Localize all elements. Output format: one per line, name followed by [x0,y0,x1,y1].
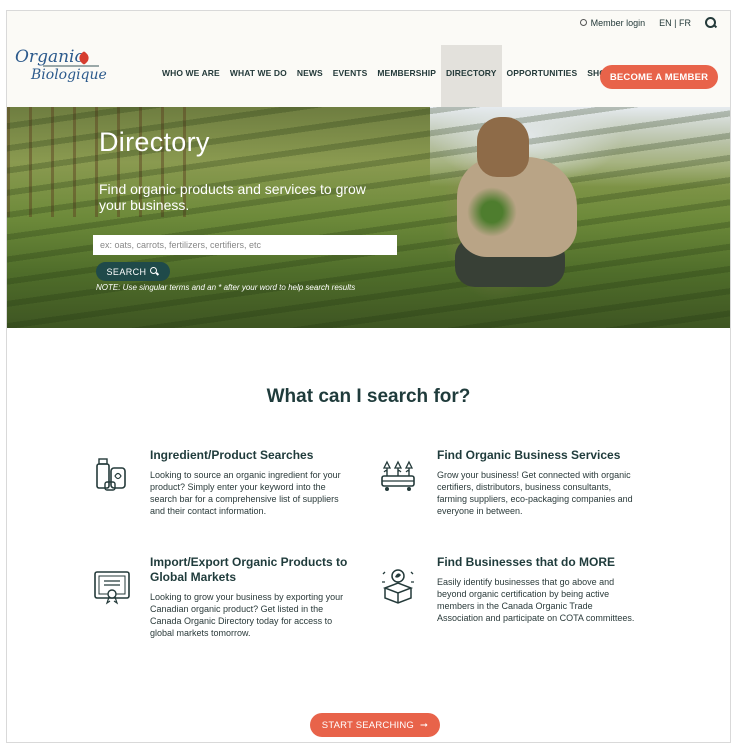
eco-box-icon [382,569,414,604]
feature-text: Grow your business! Get connected with o… [437,470,633,516]
feature-text: Looking to grow your business by exporti… [150,592,344,638]
feature-ingredient-search: Ingredient/Product Searches Looking to s… [150,448,350,517]
page-frame: Member login EN | FR Organic Biologique … [6,10,731,743]
feature-text: Looking to source an organic ingredient … [150,470,341,516]
top-utility-bar: Member login EN | FR [579,17,716,28]
feature-title: Find Businesses that do MORE [437,555,616,569]
start-searching-button[interactable]: START SEARCHING ➞ [310,713,440,737]
language-switcher[interactable]: EN | FR [659,18,691,28]
nav-item-news[interactable]: NEWS [292,45,328,107]
nav-item-who-we-are[interactable]: WHO WE ARE [157,45,225,107]
nav-item-what-we-do[interactable]: WHAT WE DO [225,45,292,107]
feature-text: Easily identify businesses that go above… [437,577,635,623]
feature-title: Ingredient/Product Searches [150,448,314,462]
certificate-icon [94,571,130,605]
arrow-right-icon: ➞ [420,719,429,731]
member-login-link[interactable]: Member login [579,17,646,28]
feature-businesses-do-more: Find Businesses that do MORE Easily iden… [437,555,637,624]
hero-banner: Directory Find organic products and serv… [7,107,730,328]
search-button[interactable]: SEARCH [96,262,170,281]
nav-item-events[interactable]: EVENTS [328,45,373,107]
member-login-label: Member login [590,17,646,28]
directory-search-input[interactable]: ex: oats, carrots, fertilizers, certifie… [93,235,397,255]
feature-business-services: Find Organic Business Services Grow your… [437,448,637,517]
nav-item-directory[interactable]: DIRECTORY [441,45,502,107]
photo-head [477,117,529,177]
hero-farmer-photo [427,117,597,317]
nav-item-membership[interactable]: MEMBERSHIP [372,45,441,107]
feature-title: Find Organic Business Services [437,448,621,462]
logo-text-biologique: Biologique [31,67,107,83]
search-note: NOTE: Use singular terms and an * after … [96,283,356,292]
site-header: Member login EN | FR Organic Biologique … [7,11,730,107]
search-icon [150,267,159,276]
logo[interactable]: Organic Biologique [13,45,113,91]
hero-subtitle: Find organic products and services to gr… [99,181,366,213]
main-nav: WHO WE ARE WHAT WE DO NEWS EVENTS MEMBER… [157,45,617,107]
section-title: What can I search for? [266,386,471,407]
logo-text-organic: Organic [15,47,84,67]
search-icon[interactable] [705,17,716,28]
start-searching-label: START SEARCHING [321,719,415,731]
feature-import-export: Import/Export Organic Products to Global… [150,555,350,639]
feature-title: Import/Export Organic Products to Global… [150,555,348,584]
user-circle-icon [579,19,587,26]
search-button-label: SEARCH [106,266,147,277]
page-title: Directory [99,127,210,157]
nav-item-opportunities[interactable]: OPPORTUNITIES [502,45,583,107]
product-jars-icon [96,458,126,491]
become-member-button[interactable]: BECOME A MEMBER [600,65,718,89]
seedlings-tray-icon [381,460,415,491]
photo-plant [467,187,517,237]
